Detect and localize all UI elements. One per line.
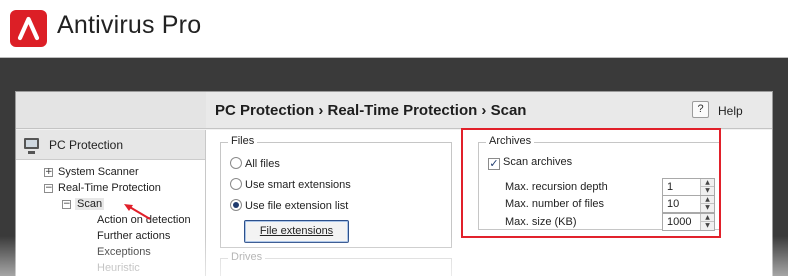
sidebar-item-pc-protection[interactable]: PC Protection — [16, 130, 205, 160]
sidebar-item-heuristic[interactable]: Heuristic — [97, 262, 140, 274]
radio-button[interactable] — [230, 178, 242, 190]
sidebar: PC Protection + System Scanner − Real-Ti… — [16, 130, 206, 276]
breadcrumb: PC Protection › Real-Time Protection › S… — [215, 102, 527, 119]
annotation-arrow-icon — [124, 204, 151, 220]
umbrella-logo-icon — [10, 10, 47, 47]
radio-button[interactable] — [230, 157, 242, 169]
sidebar-title: PC Protection — [49, 138, 124, 152]
button-label: File extensions — [259, 225, 334, 237]
app-title: Antivirus Pro — [57, 11, 202, 39]
files-group-title: Files — [228, 135, 258, 147]
radio-label: Use smart extensions — [245, 179, 351, 191]
app-titlebar: Antivirus Pro — [0, 0, 788, 58]
content-header: PC Protection › Real-Time Protection › S… — [206, 92, 772, 129]
sidebar-item-label: Exceptions — [97, 246, 151, 258]
sidebar-item-label: Real-Time Protection — [58, 182, 161, 194]
drives-group: Drives — [220, 251, 452, 276]
collapse-icon[interactable]: − — [62, 200, 71, 209]
radio-button-selected[interactable] — [230, 199, 242, 211]
help-link[interactable]: Help — [718, 104, 743, 118]
radio-label: Use file extension list — [245, 200, 349, 212]
help-icon[interactable]: ? — [692, 101, 709, 118]
sidebar-item-label: Heuristic — [97, 262, 140, 274]
sidebar-header-strip — [16, 92, 206, 129]
radio-label: All files — [245, 158, 280, 170]
sidebar-item-label: Scan — [75, 198, 105, 210]
file-extensions-button[interactable]: File extensions — [244, 220, 349, 243]
collapse-icon[interactable]: − — [44, 184, 53, 193]
expand-icon[interactable]: + — [44, 168, 53, 177]
sidebar-item-exceptions[interactable]: Exceptions — [97, 246, 151, 258]
drives-group-title: Drives — [228, 251, 266, 263]
computer-icon — [24, 138, 39, 154]
sidebar-item-further-actions[interactable]: Further actions — [97, 230, 170, 242]
sidebar-item-label: System Scanner — [58, 166, 139, 178]
sidebar-item-label: Further actions — [97, 230, 171, 242]
radio-file-extension-list[interactable]: Use file extension list — [230, 199, 348, 212]
radio-all-files[interactable]: All files — [230, 157, 280, 170]
annotation-highlight-box — [461, 128, 721, 238]
radio-smart-extensions[interactable]: Use smart extensions — [230, 178, 351, 191]
files-group: Files All files Use smart extensions Use… — [220, 135, 452, 248]
